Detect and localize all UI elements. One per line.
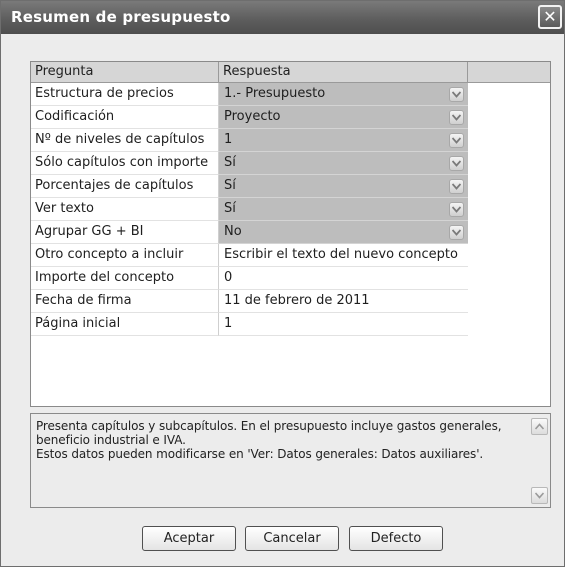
table-row[interactable]: Importe del concepto 0 xyxy=(31,267,550,290)
window-title: Resumen de presupuesto xyxy=(11,8,231,26)
questions-grid: Pregunta Respuesta Estructura de precios… xyxy=(30,61,551,407)
question-cell: Agrupar GG + BI xyxy=(31,221,219,244)
dialog-window: Resumen de presupuesto ✕ Pregunta Respue… xyxy=(0,0,565,567)
chevron-down-icon[interactable] xyxy=(449,179,464,194)
arrow-down-icon[interactable] xyxy=(531,487,548,504)
question-cell: Página inicial xyxy=(31,313,219,336)
answer-field[interactable]: Escribir el texto del nuevo concepto xyxy=(219,244,468,267)
chevron-down-icon[interactable] xyxy=(449,110,464,125)
table-row[interactable]: Sólo capítulos con importe Sí xyxy=(31,152,550,175)
table-row[interactable]: Porcentajes de capítulos Sí xyxy=(31,175,550,198)
chevron-down-icon[interactable] xyxy=(449,156,464,171)
answer-select[interactable]: Sí xyxy=(219,152,468,175)
answer-value: No xyxy=(224,224,242,239)
grid-header: Pregunta Respuesta xyxy=(31,62,550,83)
question-cell: Codificación xyxy=(31,106,219,129)
answer-value: Escribir el texto del nuevo concepto xyxy=(224,247,458,262)
answer-select[interactable]: 1 xyxy=(219,129,468,152)
column-header-empty xyxy=(468,62,550,82)
answer-value: 11 de febrero de 2011 xyxy=(224,293,370,308)
question-cell: Fecha de firma xyxy=(31,290,219,313)
answer-value: 1 xyxy=(224,316,233,331)
cancel-button[interactable]: Cancelar xyxy=(245,526,339,551)
close-icon[interactable]: ✕ xyxy=(538,5,562,29)
description-line: Presenta capítulos y subcapítulos. En el… xyxy=(36,419,502,433)
description-panel: Presenta capítulos y subcapítulos. En el… xyxy=(30,413,551,508)
chevron-down-icon[interactable] xyxy=(449,202,464,217)
answer-select[interactable]: 1.- Presupuesto xyxy=(219,83,468,106)
answer-select[interactable]: Proyecto xyxy=(219,106,468,129)
answer-value: Sí xyxy=(224,155,236,170)
table-row[interactable]: Otro concepto a incluir Escribir el texto… xyxy=(31,244,550,267)
chevron-down-icon[interactable] xyxy=(449,133,464,148)
answer-select[interactable]: Sí xyxy=(219,175,468,198)
question-cell: Importe del concepto xyxy=(31,267,219,290)
answer-value: 0 xyxy=(224,270,233,285)
table-row[interactable]: Agrupar GG + BI No xyxy=(31,221,550,244)
grid-body: Estructura de precios 1.- Presupuesto Codi… xyxy=(31,83,550,336)
answer-field[interactable]: 11 de febrero de 2011 xyxy=(219,290,468,313)
accept-button[interactable]: Aceptar xyxy=(142,526,236,551)
title-bar[interactable]: Resumen de presupuesto ✕ xyxy=(1,1,564,34)
question-cell: Estructura de precios xyxy=(31,83,219,106)
answer-value: 1 xyxy=(224,132,233,147)
table-row[interactable]: Fecha de firma 11 de febrero de 2011 xyxy=(31,290,550,313)
table-row[interactable]: Página inicial 1 xyxy=(31,313,550,336)
chevron-down-icon[interactable] xyxy=(449,225,464,240)
answer-value: Proyecto xyxy=(224,109,281,124)
default-button[interactable]: Defecto xyxy=(349,526,443,551)
question-cell: Sólo capítulos con importe xyxy=(31,152,219,175)
answer-value: Sí xyxy=(224,201,236,216)
column-header-question[interactable]: Pregunta xyxy=(31,62,219,82)
table-row[interactable]: Codificación Proyecto xyxy=(31,106,550,129)
table-row[interactable]: Nº de niveles de capítulos 1 xyxy=(31,129,550,152)
table-row[interactable]: Estructura de precios 1.- Presupuesto xyxy=(31,83,550,106)
answer-field[interactable]: 0 xyxy=(219,267,468,290)
description-line: beneficio industrial e IVA. xyxy=(36,433,186,447)
question-cell: Ver texto xyxy=(31,198,219,221)
column-header-answer[interactable]: Respuesta xyxy=(219,62,468,82)
answer-value: 1.- Presupuesto xyxy=(224,86,326,101)
question-cell: Otro concepto a incluir xyxy=(31,244,219,267)
question-cell: Porcentajes de capítulos xyxy=(31,175,219,198)
question-cell: Nº de niveles de capítulos xyxy=(31,129,219,152)
answer-field[interactable]: 1 xyxy=(219,313,468,336)
arrow-up-icon[interactable] xyxy=(531,418,548,435)
answer-select[interactable]: No xyxy=(219,221,468,244)
answer-value: Sí xyxy=(224,178,236,193)
description-line: Estos datos pueden modificarse en 'Ver: … xyxy=(36,447,484,461)
answer-select[interactable]: Sí xyxy=(219,198,468,221)
description-text: Presenta capítulos y subcapítulos. En el… xyxy=(36,419,516,461)
chevron-down-icon[interactable] xyxy=(449,87,464,102)
description-scrollbar[interactable] xyxy=(531,418,548,504)
table-row[interactable]: Ver texto Sí xyxy=(31,198,550,221)
